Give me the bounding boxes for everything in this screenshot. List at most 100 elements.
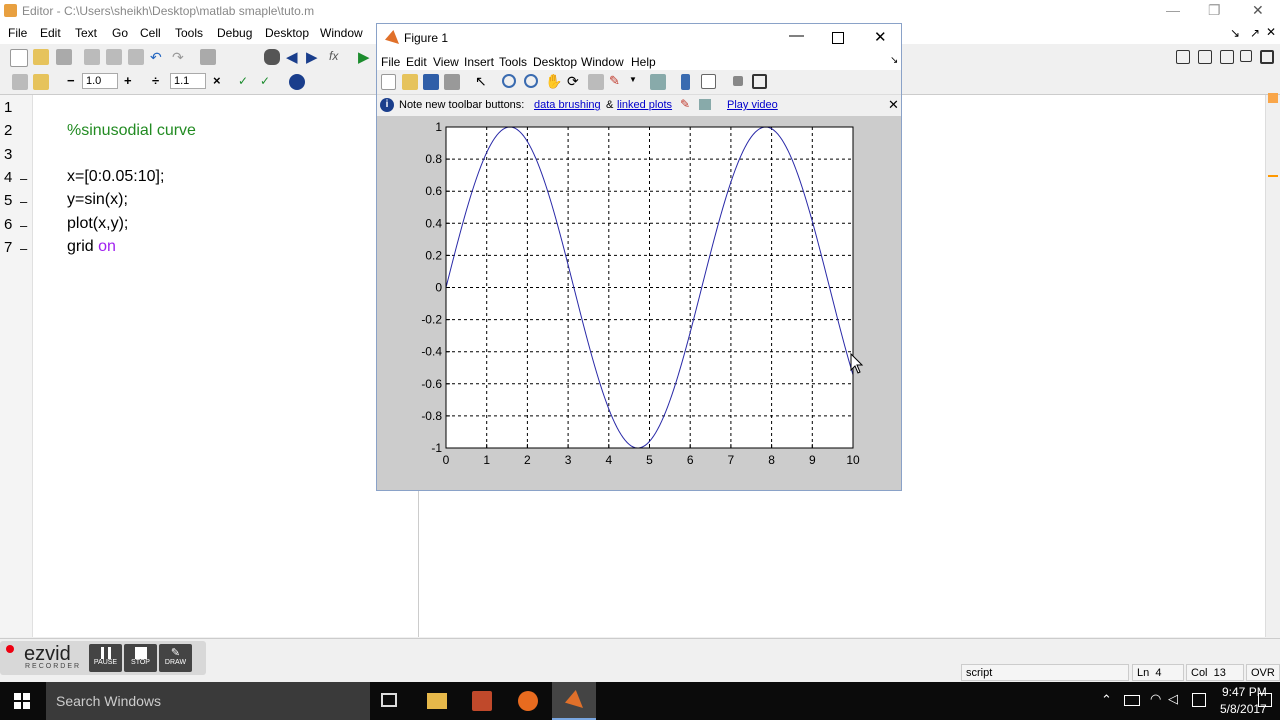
menu-desktop[interactable]: Desktop — [265, 26, 309, 40]
wifi-icon[interactable]: ◠ — [1150, 691, 1161, 707]
cell-publish-icon[interactable] — [33, 74, 49, 90]
breakpoint-marker[interactable]: – — [20, 194, 27, 209]
divide-button[interactable]: ÷ — [152, 73, 159, 88]
function-icon[interactable]: fx — [329, 49, 345, 65]
help-icon[interactable] — [289, 74, 305, 90]
code-line-comment[interactable]: %sinusodial curve — [67, 122, 196, 140]
menu-tools[interactable]: Tools — [175, 26, 203, 40]
zoom-out-icon[interactable] — [524, 74, 538, 88]
increment-value-2[interactable]: 1.1 — [170, 73, 206, 89]
code-line[interactable]: grid on — [67, 238, 116, 256]
file-explorer-icon[interactable] — [427, 693, 447, 709]
firefox-icon[interactable] — [518, 691, 538, 711]
show-plot-tools-icon[interactable] — [752, 74, 767, 89]
menu-cell[interactable]: Cell — [140, 26, 161, 40]
figure-title-bar[interactable]: Figure 1 — ✕ — [377, 24, 901, 50]
forward-arrow-icon[interactable]: ▶ — [306, 48, 322, 66]
plot-svg[interactable]: 0 1 2 3 4 5 6 7 8 9 10 1 0.8 0.6 0.4 0.2 0 -0.2 -0.4 -0.6 -0… — [377, 116, 901, 490]
cut-icon[interactable] — [84, 49, 100, 65]
fig-new-icon[interactable] — [381, 74, 396, 90]
run-icon[interactable]: ▶ — [358, 48, 374, 66]
breakpoint-marker[interactable]: – — [20, 171, 27, 186]
minimize-icon[interactable]: — — [1166, 2, 1180, 18]
multiply-button[interactable]: × — [213, 73, 221, 88]
layout-float-icon[interactable] — [1240, 50, 1252, 62]
paste-icon[interactable] — [128, 49, 144, 65]
menu-go[interactable]: Go — [112, 26, 128, 40]
breakpoint-marker[interactable]: – — [20, 241, 27, 256]
fig-menu-edit[interactable]: Edit — [406, 55, 427, 69]
figure-minimize-icon[interactable]: — — [789, 27, 804, 44]
decrement-button[interactable]: − — [67, 73, 75, 88]
increment-button[interactable]: + — [124, 73, 132, 88]
restore-icon[interactable]: ❐ — [1208, 2, 1221, 19]
linked-plots-link[interactable]: linked plots — [617, 99, 672, 111]
pause-button[interactable]: PAUSE — [89, 644, 122, 672]
new-file-icon[interactable] — [10, 49, 28, 67]
increment-value-1[interactable]: 1.0 — [82, 73, 118, 89]
layout-max-icon[interactable] — [1260, 50, 1274, 64]
brush-icon[interactable]: ✎ — [609, 73, 625, 89]
battery-icon[interactable] — [1124, 695, 1140, 706]
layout-rows-icon[interactable] — [1220, 50, 1234, 64]
layout-columns-icon[interactable] — [1198, 50, 1212, 64]
menu-file[interactable]: File — [8, 26, 27, 40]
figure-close-icon[interactable]: ✕ — [874, 28, 887, 46]
pan-hand-icon[interactable]: ✋ — [545, 73, 562, 89]
open-folder-icon[interactable] — [33, 49, 49, 65]
play-video-link[interactable]: Play video — [727, 99, 778, 111]
fig-menu-desktop[interactable]: Desktop — [533, 55, 577, 69]
insert-cell-icon[interactable] — [12, 74, 28, 90]
data-cursor-icon[interactable] — [588, 74, 604, 90]
hide-plot-tools-icon[interactable] — [733, 76, 743, 86]
rotate-3d-icon[interactable]: ⟳ — [567, 73, 583, 89]
undo-icon[interactable]: ↶ — [150, 49, 166, 65]
fig-menu-file[interactable]: File — [381, 55, 400, 69]
notification-icon[interactable] — [1192, 693, 1206, 707]
link-plot-icon[interactable] — [650, 74, 666, 90]
figure-window[interactable]: Figure 1 — ✕ File Edit View Insert Tools… — [376, 23, 902, 491]
data-brushing-link[interactable]: data brushing — [534, 99, 601, 111]
code-line[interactable]: x=[0:0.05:10]; — [67, 168, 164, 186]
fig-menu-tools[interactable]: Tools — [499, 55, 527, 69]
redo-icon[interactable]: ↷ — [172, 49, 188, 65]
evaluate-cell-icon[interactable]: ✓ — [238, 74, 254, 90]
breakpoint-marker[interactable]: – — [20, 218, 27, 233]
volume-icon[interactable]: ◁ — [1168, 691, 1178, 707]
windows-start-icon[interactable] — [14, 693, 30, 709]
close-icon[interactable]: ✕ — [1252, 2, 1264, 19]
evaluate-advance-icon[interactable]: ✓ — [260, 74, 276, 90]
dock-icon[interactable]: ↗ — [1250, 26, 1260, 40]
menu-debug[interactable]: Debug — [217, 26, 252, 40]
draw-button[interactable]: ✎ DRAW — [159, 644, 192, 672]
fig-print-icon[interactable] — [444, 74, 460, 90]
find-icon[interactable] — [264, 49, 280, 65]
note-close-icon[interactable]: ✕ — [888, 97, 899, 113]
zoom-in-icon[interactable] — [502, 74, 516, 88]
back-arrow-icon[interactable]: ◀ — [286, 48, 302, 66]
action-center-icon[interactable] — [1258, 693, 1272, 707]
task-view-icon[interactable] — [381, 693, 397, 707]
fig-save-icon[interactable] — [423, 74, 439, 90]
show-hidden-icons[interactable]: ⌃ — [1101, 692, 1112, 708]
fig-select-arrow-icon[interactable]: ↖ — [475, 73, 491, 89]
code-line[interactable]: plot(x,y); — [67, 215, 128, 233]
save-icon[interactable] — [56, 49, 72, 65]
layout-grid-icon[interactable] — [1176, 50, 1190, 64]
fig-open-icon[interactable] — [402, 74, 418, 90]
copy-icon[interactable] — [106, 49, 122, 65]
legend-icon[interactable] — [701, 74, 716, 89]
fig-menu-help[interactable]: Help — [631, 55, 656, 69]
colorbar-icon[interactable] — [681, 74, 690, 90]
menu-window[interactable]: Window — [320, 26, 363, 40]
menu-text[interactable]: Text — [75, 26, 97, 40]
fig-menu-window[interactable]: Window — [581, 55, 624, 69]
fig-dock-icon[interactable]: ↘ — [890, 55, 898, 66]
matlab-taskbar-icon[interactable] — [552, 682, 596, 720]
figure-canvas[interactable]: 0 1 2 3 4 5 6 7 8 9 10 1 0.8 0.6 0.4 0.2 0 -0.2 -0.4 -0.6 -0… — [377, 116, 901, 490]
fig-menu-insert[interactable]: Insert — [464, 55, 494, 69]
taskbar-search-box[interactable]: Search Windows — [46, 682, 370, 720]
stop-button[interactable]: STOP — [124, 644, 157, 672]
figure-maximize-icon[interactable] — [832, 32, 844, 44]
undock-icon[interactable]: ↘ — [1230, 26, 1240, 40]
